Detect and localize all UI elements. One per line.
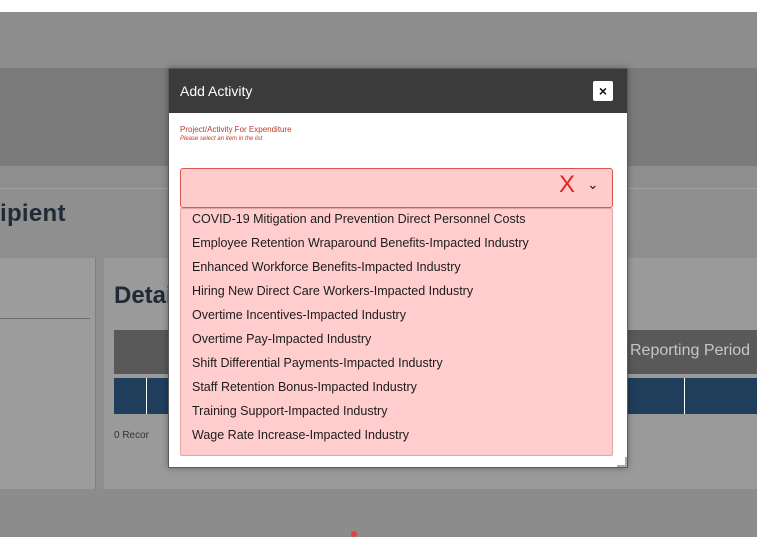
invalid-x-icon: X	[559, 171, 576, 198]
field-hint: Please select an item in the list	[180, 136, 263, 142]
dropdown-option[interactable]: COVID-19 Mitigation and Prevention Direc…	[192, 212, 525, 226]
records-count: 0 Recor	[114, 430, 150, 441]
table-cell-divider	[684, 378, 685, 414]
dropdown-option[interactable]: Overtime Incentives-Impacted Industry	[192, 308, 406, 322]
modal-title: Add Activity	[180, 83, 253, 99]
dropdown-option[interactable]: Training Support-Impacted Industry	[192, 404, 387, 418]
field-label: Project/Activity For Expenditure	[180, 125, 292, 134]
page-title: ipient	[0, 200, 66, 227]
dropdown-option[interactable]: Hiring New Direct Care Workers-Impacted …	[192, 284, 473, 298]
chevron-down-icon[interactable]: ⌄	[587, 176, 599, 193]
dropdown-list: COVID-19 Mitigation and Prevention Direc…	[180, 208, 613, 537]
dropdown-option[interactable]: Enhanced Workforce Benefits-Impacted Ind…	[192, 260, 461, 274]
modal-header: Add Activity ×	[169, 69, 627, 113]
left-panel	[0, 258, 96, 489]
table-header-reporting-period: Reporting Period	[630, 342, 751, 359]
details-title: Detai	[114, 282, 173, 309]
left-panel-divider	[0, 318, 90, 319]
close-button[interactable]: ×	[593, 81, 613, 101]
dropdown-option[interactable]: Shift Differential Payments-Impacted Ind…	[192, 356, 443, 370]
close-icon: ×	[598, 83, 608, 99]
add-activity-modal: Add Activity × Project/Activity For Expe…	[168, 68, 628, 537]
top-strip	[0, 0, 757, 12]
project-activity-select[interactable]	[180, 168, 613, 208]
header-band	[0, 12, 757, 68]
table-cell-divider	[146, 378, 147, 414]
dropdown-option[interactable]: Wage Rate Increase-Impacted Industry	[192, 428, 409, 442]
resize-handle-icon[interactable]	[617, 457, 627, 467]
dropdown-option[interactable]: Employee Retention Wraparound Benefits-I…	[192, 236, 529, 250]
dropdown-option[interactable]: Overtime Pay-Impacted Industry	[192, 332, 371, 346]
dropdown-option[interactable]: Staff Retention Bonus-Impacted Industry	[192, 380, 417, 394]
mouse-cursor-icon	[351, 531, 357, 537]
